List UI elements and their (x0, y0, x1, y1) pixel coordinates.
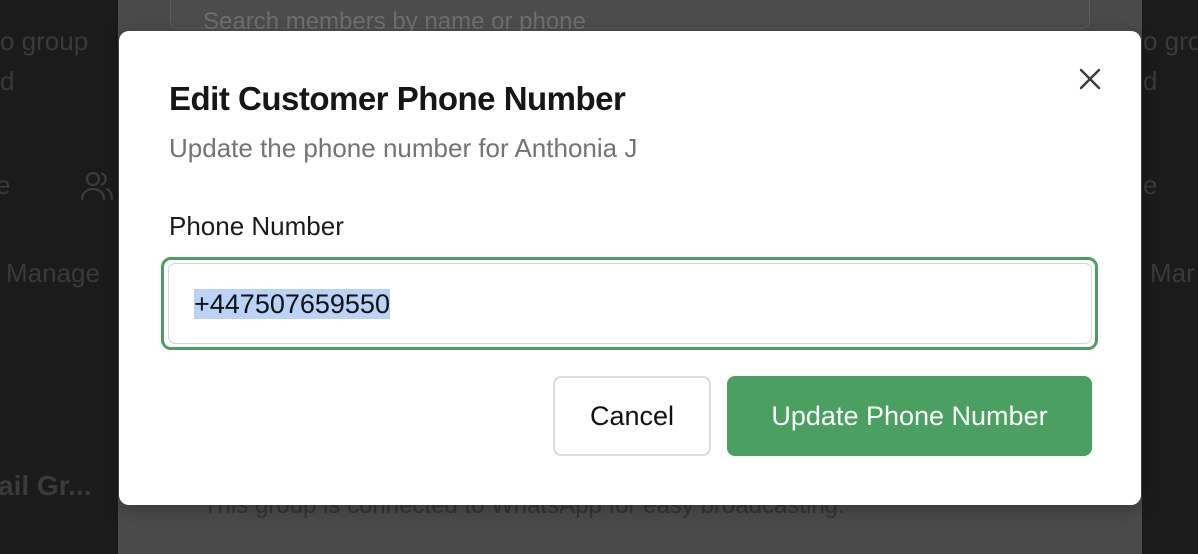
update-phone-number-button[interactable]: Update Phone Number (727, 376, 1092, 456)
background-text-left-4: Manage (6, 258, 100, 288)
background-text-left-1: o group (0, 26, 89, 56)
background-text-left-2: d (0, 66, 15, 96)
phone-number-input[interactable]: +447507659550 (168, 263, 1092, 344)
background-text-right-2: d (1143, 66, 1158, 96)
background-text-left-5: ail Gr... (0, 470, 92, 501)
app-stage: Search members by name or phone o group … (0, 0, 1198, 554)
users-icon (80, 171, 114, 201)
close-button[interactable] (1073, 62, 1107, 96)
background-text-right-3: e (1143, 170, 1158, 200)
dialog-subtitle: Update the phone number for Anthonia J (169, 133, 638, 163)
background-text-right-1: o group (1143, 26, 1198, 56)
background-text-right-4: Mar (1150, 258, 1195, 288)
background-text-left-3: e (0, 170, 11, 200)
cancel-button[interactable]: Cancel (553, 376, 711, 456)
phone-number-value: +447507659550 (194, 289, 390, 319)
phone-number-label: Phone Number (169, 211, 344, 241)
close-icon (1079, 68, 1101, 90)
dialog-title: Edit Customer Phone Number (169, 80, 626, 117)
edit-phone-dialog: Edit Customer Phone Number Update the ph… (119, 31, 1141, 505)
